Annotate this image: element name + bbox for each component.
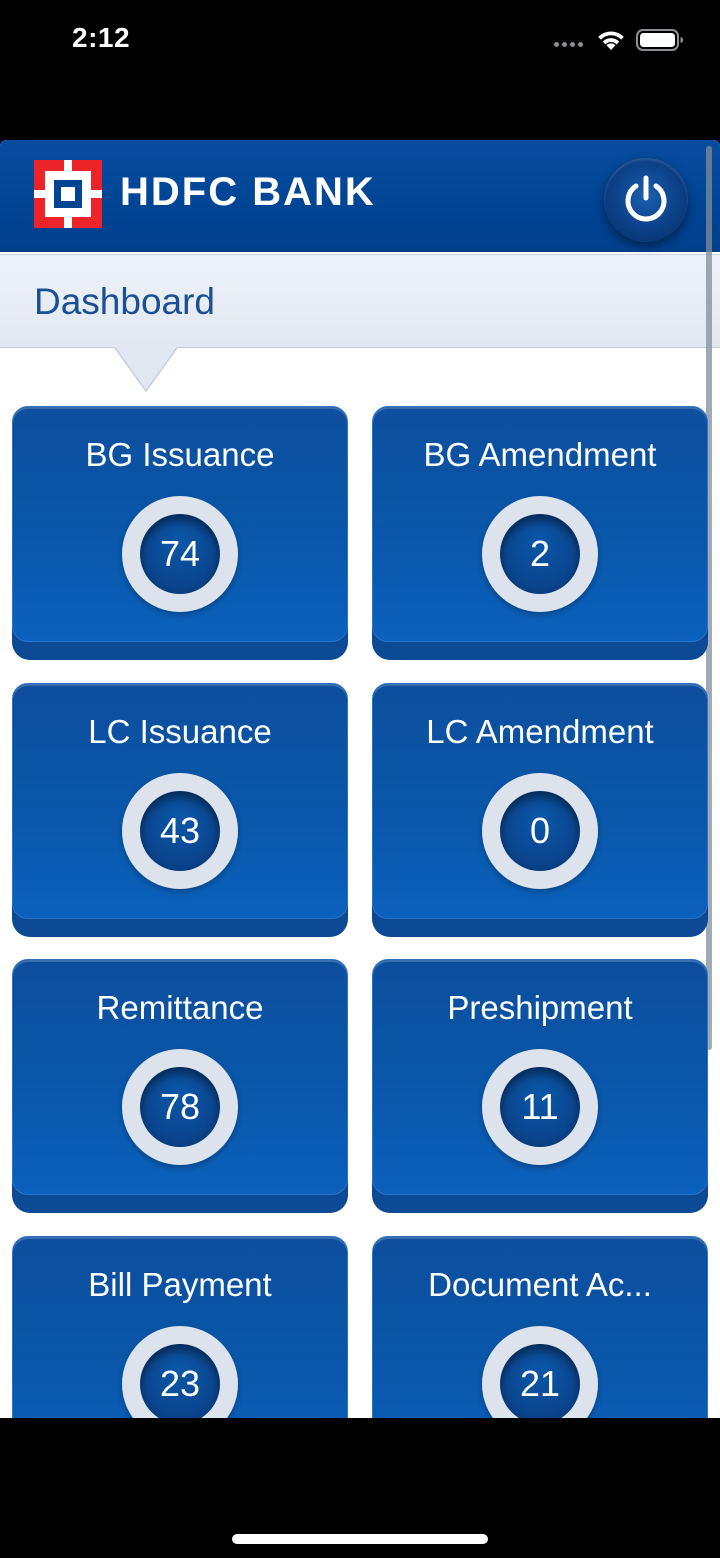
tile-label: LC Issuance (88, 713, 272, 750)
tile-document-acceptance[interactable]: Document Ac... 21 (372, 1236, 708, 1418)
count-badge: 78 (122, 1049, 238, 1165)
page-header: Dashboard (0, 254, 720, 348)
tile-bill-payment[interactable]: Bill Payment 23 (12, 1236, 348, 1418)
count-badge: 0 (482, 773, 598, 889)
header-pointer (113, 345, 179, 393)
tile-count: 74 (159, 533, 201, 574)
tile-remittance[interactable]: Remittance 78 (12, 959, 348, 1213)
tile-count: 11 (521, 1086, 559, 1127)
tile-label: BG Amendment (423, 436, 657, 473)
tile-count: 21 (519, 1363, 561, 1404)
tile-label: BG Issuance (85, 436, 275, 473)
status-bar: 2:12 (0, 0, 720, 80)
tile-label: Preshipment (447, 989, 633, 1026)
page-title: Dashboard (34, 281, 216, 322)
app-header: HDFC BANK (0, 140, 720, 252)
tile-count: 23 (159, 1363, 201, 1404)
tile-label: LC Amendment (426, 713, 654, 750)
home-indicator[interactable] (232, 1534, 488, 1544)
tile-lc-issuance[interactable]: LC Issuance 43 (12, 683, 348, 937)
tile-label: Document Ac... (428, 1266, 652, 1303)
app-screen: HDFC BANK Dashboard BG Issuance 74 BG Am… (0, 140, 720, 1418)
tile-bg-issuance[interactable]: BG Issuance 74 (12, 406, 348, 660)
tile-lc-amendment[interactable]: LC Amendment 0 (372, 683, 708, 937)
tile-count: 2 (529, 533, 551, 574)
count-badge: 74 (122, 496, 238, 612)
wifi-icon (598, 31, 624, 50)
tile-count: 78 (159, 1086, 201, 1127)
power-icon (625, 175, 667, 222)
cellular-signal-icon (554, 42, 583, 47)
count-badge: 2 (482, 496, 598, 612)
logout-button[interactable] (604, 158, 688, 242)
count-badge: 43 (122, 773, 238, 889)
brand-name: HDFC BANK (120, 170, 376, 214)
battery-icon (636, 29, 683, 51)
tile-preshipment[interactable]: Preshipment 11 (372, 959, 708, 1213)
hdfc-logo-icon (34, 160, 102, 228)
tile-bg-amendment[interactable]: BG Amendment 2 (372, 406, 708, 660)
count-badge: 11 (482, 1049, 598, 1165)
tile-label: Bill Payment (88, 1266, 272, 1303)
tile-count: 43 (159, 810, 201, 851)
tile-label: Remittance (96, 989, 264, 1026)
tile-count: 0 (529, 810, 551, 851)
status-time: 2:12 (72, 22, 131, 53)
